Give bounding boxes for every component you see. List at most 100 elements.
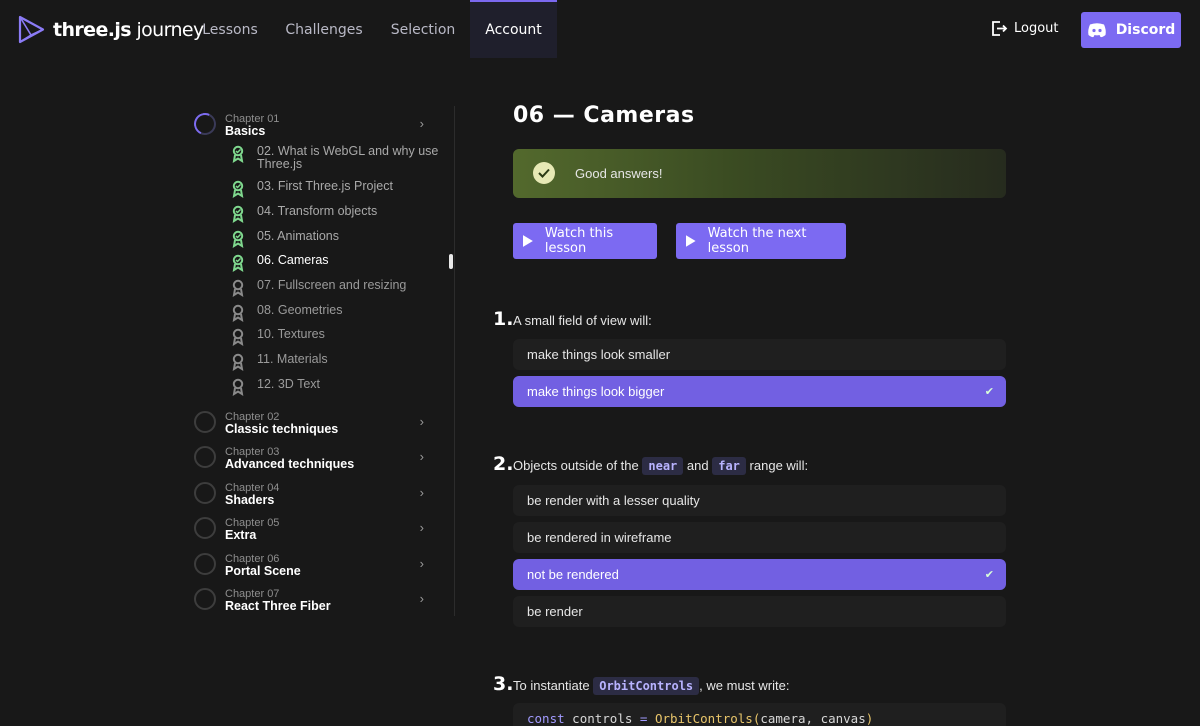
check-circle-icon <box>533 162 555 184</box>
answer-option-selected[interactable]: not be rendered ✔ <box>513 559 1006 590</box>
question-text: To instantiate OrbitControls, we must wr… <box>513 677 789 695</box>
logout-label: Logout <box>1014 21 1059 36</box>
checkmark-icon: ✔ <box>984 569 994 581</box>
nav-challenges[interactable]: Challenges <box>276 0 372 58</box>
answer-option[interactable]: make things look smaller <box>513 339 1006 370</box>
lesson-item[interactable]: 07. Fullscreen and resizing <box>230 279 445 297</box>
answer-label: make things look bigger <box>527 384 665 399</box>
chapter-progress-ring <box>194 553 216 575</box>
chapter-title: Classic techniques <box>225 422 339 436</box>
watch-lesson-button[interactable]: Watch this lesson <box>513 223 657 259</box>
chapter-05[interactable]: Chapter 05 Extra › <box>190 513 440 543</box>
chevron-right-icon: › <box>419 485 424 500</box>
lesson-label: 12. 3D Text <box>257 377 321 391</box>
lesson-item-current[interactable]: 06. Cameras <box>230 254 445 272</box>
chapter-title: Shaders <box>225 493 275 507</box>
checkmark-icon: ✔ <box>984 386 994 398</box>
chevron-right-icon: › <box>419 520 424 535</box>
chapter-01[interactable]: Chapter 01 Basics › <box>190 109 440 139</box>
answer-label: make things look smaller <box>527 347 671 362</box>
lesson-label: 08. Geometries <box>257 303 343 317</box>
lesson-label: 05. Animations <box>257 229 339 243</box>
code-function: OrbitControls <box>654 711 753 726</box>
chapter-07[interactable]: Chapter 07 React Three Fiber › <box>190 584 440 614</box>
chapter-02[interactable]: Chapter 02 Classic techniques › <box>190 407 440 437</box>
answer-option-selected[interactable]: make things look bigger ✔ <box>513 376 1006 407</box>
lesson-item[interactable]: 11. Materials <box>230 353 445 371</box>
code-variable: controls <box>572 711 633 726</box>
threejs-journey-logo-icon <box>18 15 45 44</box>
chapter-title: Basics <box>225 124 266 138</box>
chapter-title: Portal Scene <box>225 564 301 578</box>
chapter-title: Extra <box>225 528 257 542</box>
nav-lessons[interactable]: Lessons <box>189 0 271 58</box>
code-args: camera, canvas <box>760 711 866 726</box>
lesson-item[interactable]: 04. Transform objects <box>230 205 445 223</box>
brand-logo[interactable]: three.js journey <box>18 15 204 44</box>
lesson-done-icon <box>232 254 244 272</box>
chapter-progress-ring <box>194 517 216 539</box>
code-answer-option[interactable]: const controls = OrbitControls(camera, c… <box>513 703 1006 726</box>
watch-lesson-label: Watch this lesson <box>544 226 614 256</box>
lesson-todo-icon <box>232 378 244 396</box>
lesson-label: 06. Cameras <box>257 253 329 267</box>
discord-label: Discord <box>1115 22 1176 38</box>
lesson-todo-icon <box>232 328 244 346</box>
answer-option[interactable]: be rendered in wireframe <box>513 522 1006 553</box>
chevron-right-icon: › <box>419 414 424 429</box>
lesson-todo-icon <box>232 353 244 371</box>
lesson-label: 11. Materials <box>257 352 328 366</box>
chapter-progress-ring <box>194 588 216 610</box>
lesson-todo-icon <box>232 304 244 322</box>
question-text-part: range will: <box>749 458 809 473</box>
question-text: A small field of view will: <box>513 313 652 328</box>
lesson-item[interactable]: 03. First Three.js Project <box>230 180 445 198</box>
answer-label: not be rendered <box>527 567 619 582</box>
question-number: 1. <box>493 308 514 330</box>
lesson-item[interactable]: 02. What is WebGL and why use Three.js <box>230 145 445 173</box>
lesson-label: 03. First Three.js Project <box>257 179 393 193</box>
chapter-progress-ring <box>194 482 216 504</box>
question-number: 3. <box>493 673 514 695</box>
logout-icon <box>992 21 1008 36</box>
success-message: Good answers! <box>575 166 663 181</box>
lesson-done-icon <box>232 145 244 163</box>
lesson-label: 02. What is WebGL and why use Three.js <box>257 144 439 171</box>
chapter-04[interactable]: Chapter 04 Shaders › <box>190 478 440 508</box>
logout-button[interactable]: Logout <box>991 20 1059 37</box>
inline-code: OrbitControls <box>593 677 700 695</box>
answer-option[interactable]: be render with a lesser quality <box>513 485 1006 516</box>
play-icon <box>523 235 533 247</box>
code-keyword: const <box>527 711 565 726</box>
page-title: 06 — Cameras <box>513 103 695 128</box>
lesson-item[interactable]: 12. 3D Text <box>230 378 445 396</box>
inline-code: near <box>642 457 684 475</box>
lesson-label: 04. Transform objects <box>257 204 378 218</box>
question-text: Objects outside of the near and far rang… <box>513 457 809 475</box>
lesson-done-icon <box>232 205 244 223</box>
chevron-right-icon: › <box>419 591 424 606</box>
lesson-done-icon <box>232 180 244 198</box>
lesson-label: 07. Fullscreen and resizing <box>257 278 407 292</box>
chapter-title: React Three Fiber <box>225 599 331 613</box>
question-text-part: To instantiate <box>513 678 590 693</box>
lesson-item[interactable]: 08. Geometries <box>230 304 445 322</box>
inline-code: far <box>712 457 746 475</box>
chapter-03[interactable]: Chapter 03 Advanced techniques › <box>190 442 440 472</box>
answer-label: be rendered in wireframe <box>527 530 672 545</box>
lesson-item[interactable]: 05. Animations <box>230 230 445 248</box>
chevron-right-icon: › <box>419 556 424 571</box>
lesson-item[interactable]: 10. Textures <box>230 328 445 346</box>
question-text-part: and <box>686 458 709 473</box>
nav-selection[interactable]: Selection <box>380 0 466 58</box>
chapter-06[interactable]: Chapter 06 Portal Scene › <box>190 549 440 579</box>
chapter-progress-ring <box>194 411 216 433</box>
brand-bold: three.js <box>53 18 132 41</box>
discord-button[interactable]: Discord <box>1081 12 1181 48</box>
answer-option[interactable]: be render <box>513 596 1006 627</box>
lesson-label: 10. Textures <box>257 327 325 341</box>
nav-account[interactable]: Account <box>470 0 557 58</box>
watch-next-lesson-button[interactable]: Watch the next lesson <box>676 223 846 259</box>
question-number: 2. <box>493 453 514 475</box>
lesson-done-icon <box>232 230 244 248</box>
